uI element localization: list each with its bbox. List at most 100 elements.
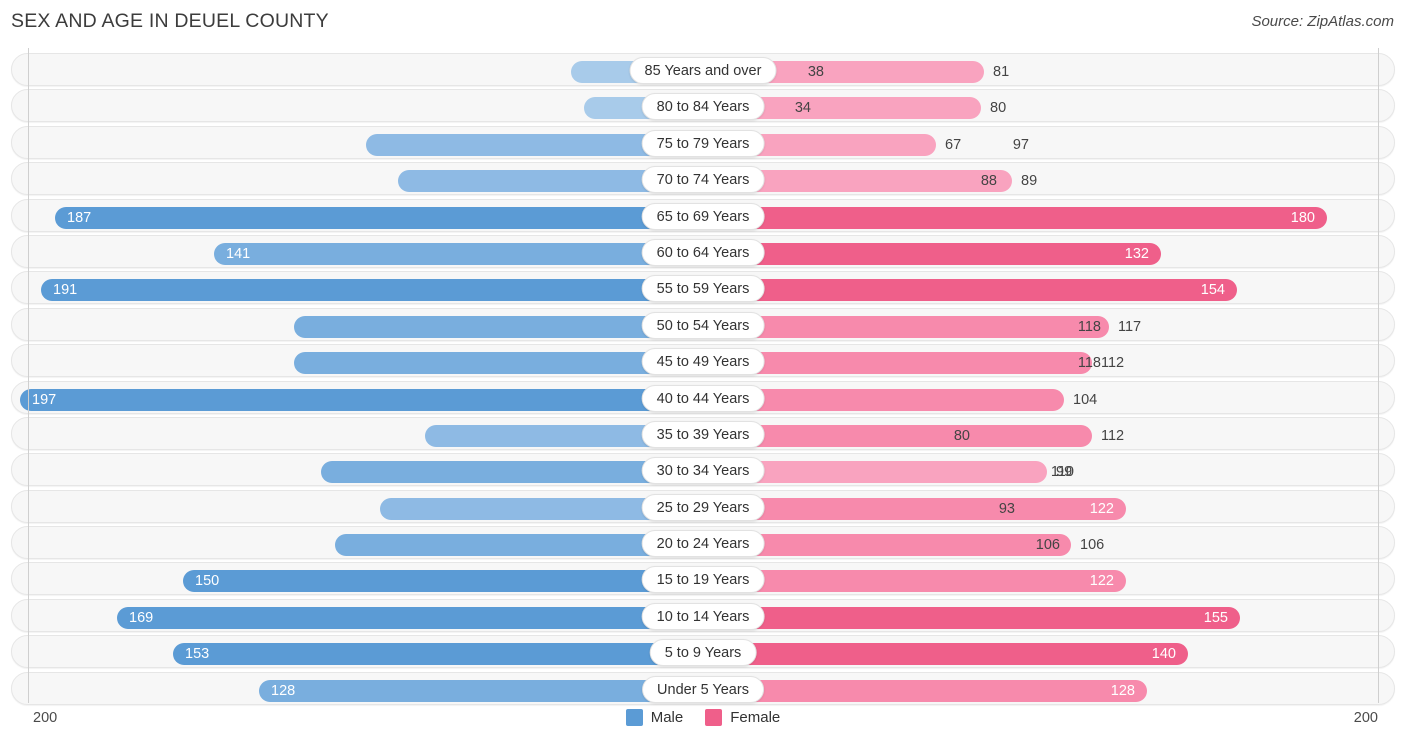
row-track: 187 180 65 to 69 Years <box>11 198 1395 232</box>
chart-row: 97 67 75 to 79 Years <box>11 125 1395 161</box>
male-value-label: 187 <box>67 209 92 226</box>
male-value-label: 169 <box>129 609 154 626</box>
row-track: 150 122 15 to 19 Years <box>11 562 1395 596</box>
chart-row: 187 180 65 to 69 Years <box>11 198 1395 234</box>
female-bar[interactable] <box>704 643 1188 666</box>
female-value-label: 180 <box>1290 209 1315 226</box>
male-value-label: 153 <box>185 646 210 663</box>
chart-row: 80 112 35 to 39 Years <box>11 416 1395 452</box>
female-value-label: 117 <box>1118 318 1142 335</box>
source-attribution: Source: ZipAtlas.com <box>1251 13 1394 30</box>
male-bar[interactable] <box>173 643 702 666</box>
row-track: 110 99 30 to 34 Years <box>11 453 1395 487</box>
male-value-label: 88 <box>980 173 997 190</box>
female-value-label: 67 <box>945 136 962 153</box>
row-track: 141 132 60 to 64 Years <box>11 234 1395 268</box>
female-bar[interactable] <box>704 679 1147 702</box>
male-value-label: 38 <box>807 64 824 80</box>
male-value-label: 97 <box>1012 136 1029 153</box>
male-value-label: 128 <box>271 682 296 699</box>
chart-legend: Male Female <box>0 709 1406 726</box>
row-track: 93 122 25 to 29 Years <box>11 489 1395 523</box>
row-track: 38 81 85 Years and over <box>11 53 1395 86</box>
age-group-label: 40 to 44 Years <box>641 384 765 412</box>
female-bar[interactable] <box>704 606 1240 629</box>
chart-row: 169 155 10 to 14 Years <box>11 598 1395 634</box>
legend-label-female: Female <box>730 709 781 726</box>
chart-row: 34 80 80 to 84 Years <box>11 88 1395 124</box>
male-bar[interactable] <box>55 206 702 229</box>
male-bar[interactable] <box>20 388 702 411</box>
female-value-label: 81 <box>993 64 1010 80</box>
row-track: 34 80 80 to 84 Years <box>11 89 1395 123</box>
male-color-swatch <box>625 709 643 726</box>
age-group-label: 55 to 59 Years <box>641 275 765 303</box>
male-bar[interactable] <box>183 570 702 593</box>
chart-row: 150 122 15 to 19 Years <box>11 561 1395 597</box>
male-value-label: 118 <box>1077 318 1101 335</box>
age-group-label: 50 to 54 Years <box>641 311 765 339</box>
chart-row: 118 117 50 to 54 Years <box>11 307 1395 343</box>
male-bar[interactable] <box>117 606 702 629</box>
age-group-label: 60 to 64 Years <box>641 238 765 266</box>
age-group-label: 25 to 29 Years <box>641 493 765 521</box>
female-value-label: 80 <box>990 100 1007 117</box>
female-color-swatch <box>705 709 723 726</box>
row-track: 191 154 55 to 59 Years <box>11 271 1395 305</box>
female-bar[interactable] <box>704 206 1327 229</box>
male-value-label: 197 <box>32 391 57 408</box>
female-bar[interactable] <box>704 497 1126 520</box>
chart-row: 93 122 25 to 29 Years <box>11 489 1395 525</box>
male-value-label: 106 <box>1035 537 1060 554</box>
male-bar[interactable] <box>41 279 702 302</box>
male-value-label: 118 <box>1077 355 1101 372</box>
age-group-label: 65 to 69 Years <box>641 202 765 230</box>
age-group-label: 35 to 39 Years <box>641 420 765 448</box>
row-track: 153 140 5 to 9 Years <box>11 635 1395 669</box>
chart-row: 141 132 60 to 64 Years <box>11 234 1395 270</box>
chart-row: 110 99 30 to 34 Years <box>11 452 1395 488</box>
female-value-label: 89 <box>1021 173 1038 190</box>
legend-item-female[interactable]: Female <box>705 709 780 726</box>
axis-line-right <box>1378 48 1379 703</box>
chart-row: 88 89 70 to 74 Years <box>11 161 1395 197</box>
age-group-label: 85 Years and over <box>629 57 777 84</box>
male-value-label: 80 <box>953 427 970 444</box>
female-bar[interactable] <box>704 242 1161 265</box>
male-value-label: 34 <box>794 100 811 117</box>
male-bar[interactable] <box>214 242 702 265</box>
legend-item-male[interactable]: Male <box>625 709 683 726</box>
row-track: 197 104 40 to 44 Years <box>11 380 1395 414</box>
chart-row: 197 104 40 to 44 Years <box>11 380 1395 416</box>
female-bar[interactable] <box>704 315 1109 338</box>
chart-row: 153 140 5 to 9 Years <box>11 634 1395 670</box>
age-group-label: 70 to 74 Years <box>641 166 765 194</box>
male-bar[interactable] <box>259 679 702 702</box>
female-value-label: 132 <box>1124 245 1149 262</box>
age-group-label: 20 to 24 Years <box>641 530 765 558</box>
female-value-label: 104 <box>1073 391 1098 408</box>
chart-footer: 200 200 Male Female <box>0 703 1406 741</box>
female-value-label: 154 <box>1200 282 1225 299</box>
female-value-label: 140 <box>1151 646 1176 663</box>
chart-header: SEX AND AGE IN DEUEL COUNTY Source: ZipA… <box>0 0 1406 46</box>
female-bar[interactable] <box>704 570 1126 593</box>
age-group-label: 15 to 19 Years <box>641 566 765 594</box>
age-group-label: 5 to 9 Years <box>649 639 757 667</box>
female-value-label: 122 <box>1089 500 1114 517</box>
chart-row: 118 112 45 to 49 Years <box>11 343 1395 379</box>
row-track: 88 89 70 to 74 Years <box>11 162 1395 196</box>
chart-row: 191 154 55 to 59 Years <box>11 270 1395 306</box>
chart-plot-area: 38 81 85 Years and over 34 80 80 to 84 Years 9… <box>0 46 1406 705</box>
chart-row: 106 106 20 to 24 Years <box>11 525 1395 561</box>
age-group-label: 45 to 49 Years <box>641 348 765 376</box>
female-value-label: 106 <box>1080 537 1105 554</box>
chart-row: 38 81 85 Years and over <box>11 52 1395 88</box>
chart-row: 128 128 Under 5 Years <box>11 671 1395 707</box>
female-value-label: 99 <box>1056 464 1073 481</box>
female-bar[interactable] <box>704 279 1237 302</box>
female-value-label: 122 <box>1089 573 1114 590</box>
male-value-label: 141 <box>226 245 251 262</box>
age-group-label: 80 to 84 Years <box>641 93 765 121</box>
female-value-label: 112 <box>1101 355 1125 372</box>
